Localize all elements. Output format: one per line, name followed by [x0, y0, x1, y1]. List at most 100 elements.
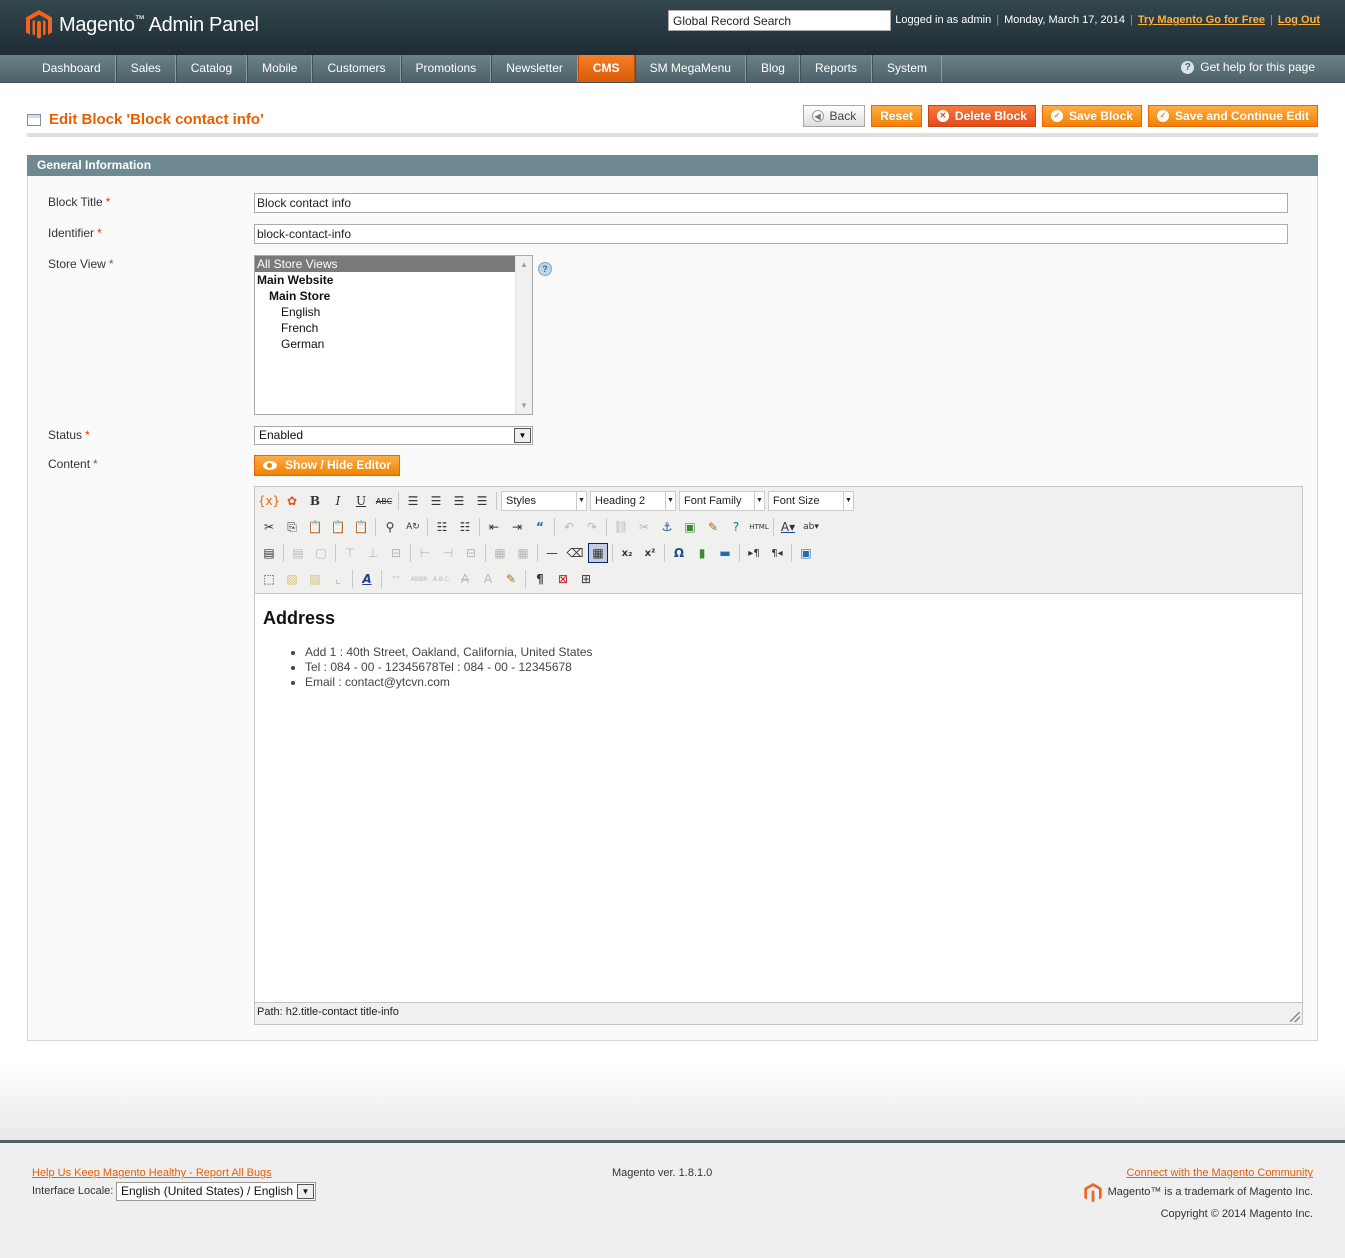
remove-format-icon[interactable]: ⌫: [565, 543, 585, 563]
logout-link[interactable]: Log Out: [1278, 14, 1320, 26]
insert-layer-icon[interactable]: ⬚: [259, 569, 279, 589]
magento-logo[interactable]: Magento™ Admin Panel: [26, 10, 259, 40]
ltr-icon[interactable]: ▸¶: [744, 543, 764, 563]
nav-item-customers[interactable]: Customers: [312, 55, 401, 82]
attributes-icon[interactable]: ✎: [501, 569, 521, 589]
insert-col-before-icon[interactable]: ⊢: [415, 543, 435, 563]
font-family-select[interactable]: Font Family ▼: [679, 491, 765, 511]
store-option-all[interactable]: All Store Views: [255, 256, 532, 272]
cell-props-icon[interactable]: ▢: [311, 543, 331, 563]
insert-row-before-icon[interactable]: ⊤: [340, 543, 360, 563]
rtl-icon[interactable]: ¶◂: [767, 543, 787, 563]
styleprops-icon[interactable]: A: [357, 569, 377, 589]
subscript-icon[interactable]: x₂: [617, 543, 637, 563]
cleanup-icon[interactable]: ✎: [703, 517, 723, 537]
link-icon[interactable]: ⛓: [611, 517, 631, 537]
text-color-icon[interactable]: A▾: [778, 517, 798, 537]
community-link[interactable]: Connect with the Magento Community: [1127, 1167, 1313, 1179]
background-color-icon[interactable]: ab▾: [801, 517, 821, 537]
delete-col-icon[interactable]: ⊟: [461, 543, 481, 563]
save-block-button[interactable]: ✓ Save Block: [1041, 105, 1142, 127]
advanced-hr-icon[interactable]: ▬: [715, 543, 735, 563]
insert-row-after-icon[interactable]: ⊥: [363, 543, 383, 563]
back-button[interactable]: ◀ Back: [802, 105, 866, 127]
replace-icon[interactable]: A↻: [403, 517, 423, 537]
nonbreaking-icon[interactable]: ⊠: [553, 569, 573, 589]
unlink-icon[interactable]: ✂: [634, 517, 654, 537]
store-option-english[interactable]: English: [255, 304, 532, 320]
chevron-down-icon[interactable]: ▼: [514, 428, 531, 443]
deletion-icon[interactable]: A: [455, 569, 475, 589]
store-view-scrollbar[interactable]: ▲ ▼: [515, 256, 532, 414]
strikethrough-icon[interactable]: ABC: [374, 491, 394, 511]
scroll-up-icon[interactable]: ▲: [520, 260, 528, 269]
report-bugs-link[interactable]: Help Us Keep Magento Healthy - Report Al…: [32, 1167, 272, 1179]
nav-item-mobile[interactable]: Mobile: [247, 55, 313, 82]
paste-icon[interactable]: 📋: [305, 517, 325, 537]
get-help-link[interactable]: ? Get help for this page: [1181, 60, 1315, 74]
blockquote-icon[interactable]: “: [530, 517, 550, 537]
insert-variable-icon[interactable]: {x}: [258, 491, 280, 511]
nav-item-sales[interactable]: Sales: [115, 55, 176, 82]
global-search-input[interactable]: [668, 10, 891, 31]
help-tooltip-icon[interactable]: ?: [538, 262, 552, 276]
table-props-icon[interactable]: ▤: [259, 543, 279, 563]
interface-locale-select[interactable]: English (United States) / English ▼: [116, 1182, 316, 1201]
redo-icon[interactable]: ↷: [582, 517, 602, 537]
nav-item-system[interactable]: System: [872, 55, 943, 82]
italic-icon[interactable]: I: [328, 491, 348, 511]
nav-item-sm-megamenu[interactable]: SM MegaMenu: [634, 55, 746, 82]
copy-icon[interactable]: ⎘: [282, 517, 302, 537]
nav-item-catalog[interactable]: Catalog: [175, 55, 248, 82]
help-icon[interactable]: ?: [726, 517, 746, 537]
move-backward-icon[interactable]: ▨: [305, 569, 325, 589]
fullscreen-icon[interactable]: ▣: [796, 543, 816, 563]
editor-content-area[interactable]: Address Add 1 : 40th Street, Oakland, Ca…: [255, 593, 1302, 1003]
media-icon[interactable]: ▮: [692, 543, 712, 563]
format-select[interactable]: Heading 2 ▼: [590, 491, 676, 511]
align-right-icon[interactable]: ☰: [449, 491, 469, 511]
abbreviation-icon[interactable]: ABBR: [409, 569, 429, 589]
outdent-icon[interactable]: ⇤: [484, 517, 504, 537]
cut-icon[interactable]: ✂: [259, 517, 279, 537]
paste-text-icon[interactable]: 📋: [328, 517, 348, 537]
insert-col-after-icon[interactable]: ⊣: [438, 543, 458, 563]
reset-button[interactable]: Reset: [871, 105, 922, 127]
move-forward-icon[interactable]: ▨: [282, 569, 302, 589]
underline-icon[interactable]: U: [351, 491, 371, 511]
font-size-select[interactable]: Font Size ▼: [768, 491, 854, 511]
nav-item-newsletter[interactable]: Newsletter: [491, 55, 578, 82]
numbered-list-icon[interactable]: ☷: [455, 517, 475, 537]
nav-item-blog[interactable]: Blog: [745, 55, 800, 82]
styles-select[interactable]: Styles ▼: [501, 491, 587, 511]
horizontal-rule-icon[interactable]: —: [542, 543, 562, 563]
acronym-icon[interactable]: A.B.C.: [432, 569, 452, 589]
special-char-icon[interactable]: Ω: [669, 543, 689, 563]
identifier-input[interactable]: [254, 224, 1288, 244]
bullet-list-icon[interactable]: ☷: [432, 517, 452, 537]
undo-icon[interactable]: ↶: [559, 517, 579, 537]
nav-item-reports[interactable]: Reports: [799, 55, 872, 82]
try-magento-go-link[interactable]: Try Magento Go for Free: [1138, 14, 1265, 26]
visual-aid-icon[interactable]: ▦: [588, 543, 608, 563]
paste-word-icon[interactable]: 📋: [351, 517, 371, 537]
image-icon[interactable]: ▣: [680, 517, 700, 537]
nav-item-promotions[interactable]: Promotions: [400, 55, 492, 82]
resize-handle-icon[interactable]: [1290, 1012, 1300, 1022]
row-props-icon[interactable]: ▤: [288, 543, 308, 563]
absolute-icon[interactable]: ⌞: [328, 569, 348, 589]
delete-row-icon[interactable]: ⊟: [386, 543, 406, 563]
scroll-down-icon[interactable]: ▼: [520, 401, 528, 410]
anchor-icon[interactable]: ⚓: [657, 517, 677, 537]
find-icon[interactable]: ⚲: [380, 517, 400, 537]
insertion-icon[interactable]: A: [478, 569, 498, 589]
indent-icon[interactable]: ⇥: [507, 517, 527, 537]
page-break-icon[interactable]: ⊞: [576, 569, 596, 589]
align-left-icon[interactable]: ☰: [403, 491, 423, 511]
delete-block-button[interactable]: ✕ Delete Block: [927, 105, 1036, 127]
store-view-multiselect[interactable]: All Store Views Main Website Main Store …: [254, 255, 533, 415]
show-hide-editor-button[interactable]: Show / Hide Editor: [254, 455, 401, 476]
merge-cells-icon[interactable]: ▦: [513, 543, 533, 563]
superscript-icon[interactable]: x²: [640, 543, 660, 563]
store-option-german[interactable]: German: [255, 336, 532, 352]
